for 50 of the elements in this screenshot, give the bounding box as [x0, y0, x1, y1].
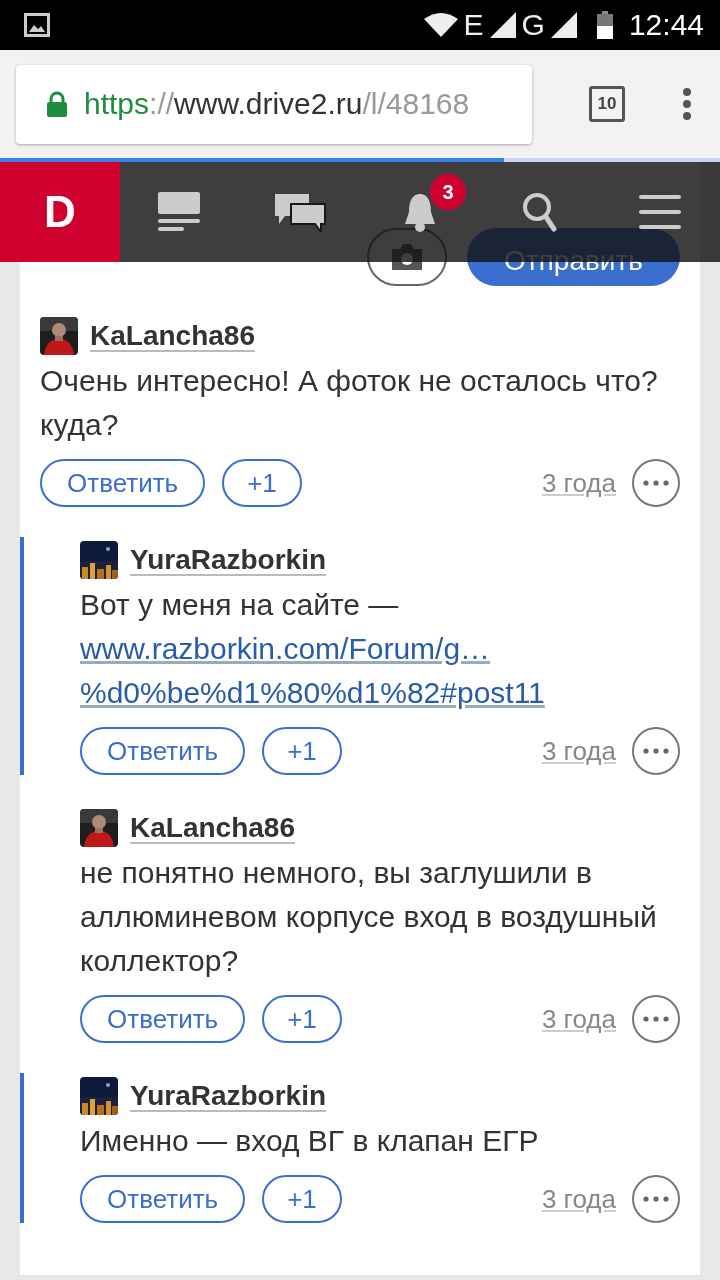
comment-age[interactable]: 3 года	[541, 467, 616, 499]
comment-text: Именно — вход ВГ в клапан ЕГР	[80, 1123, 540, 1159]
plus-one-button[interactable]: +1	[222, 459, 302, 507]
wifi-icon	[423, 13, 458, 37]
bell-icon[interactable]	[402, 192, 438, 232]
author-link[interactable]: KaLancha86	[90, 320, 255, 352]
dots-icon	[643, 480, 669, 486]
dots-icon	[643, 1196, 669, 1202]
author-link[interactable]: KaLancha86	[130, 812, 295, 844]
comment-age[interactable]: 3 года	[541, 735, 616, 767]
search-icon[interactable]	[522, 192, 558, 232]
plus-one-button[interactable]: +1	[262, 727, 342, 775]
signal-icon	[550, 12, 577, 38]
notification-badge: 3	[430, 174, 466, 210]
chat-icon[interactable]	[273, 192, 327, 232]
more-button[interactable]	[632, 995, 680, 1043]
dots-icon	[643, 748, 669, 754]
reply-button[interactable]: Ответить	[80, 1175, 246, 1223]
comment-text: Очень интересно! А фоток не осталось что? куда?	[40, 363, 659, 443]
site-logo[interactable]: D	[0, 162, 120, 262]
comment-text: Вот у меня на сайте —	[80, 587, 400, 623]
feed-icon[interactable]	[158, 192, 202, 232]
more-button[interactable]	[632, 727, 680, 775]
menu-icon[interactable]	[639, 195, 681, 229]
signal-icon	[489, 12, 516, 38]
author-link[interactable]: YuraRazborkin	[130, 1080, 327, 1112]
plus-one-button[interactable]: +1	[262, 1175, 342, 1223]
more-button[interactable]	[632, 1175, 680, 1223]
comment-text: не понятно немного, вы заглушили в аллюминевом корпусе вход в воздушный коллектор?	[80, 855, 658, 979]
url-text: https://www.drive2.ru/l/48168	[84, 87, 470, 121]
more-button[interactable]	[632, 459, 680, 507]
lock-icon	[46, 91, 68, 117]
network-type: E	[463, 8, 484, 42]
comment-link[interactable]: %d0%be%d1%80%d1%82#post11	[80, 671, 545, 715]
plus-one-button[interactable]: +1	[262, 995, 342, 1043]
dots-icon	[643, 1016, 669, 1022]
address-bar[interactable]: https://www.drive2.ru/l/48168	[16, 64, 532, 144]
image-icon	[24, 13, 50, 37]
network-type: G	[521, 8, 545, 42]
author-link[interactable]: YuraRazborkin	[130, 544, 327, 576]
reply-button[interactable]: Ответить	[40, 459, 206, 507]
comment-age[interactable]: 3 года	[541, 1183, 616, 1215]
tab-count-button[interactable]: 10	[589, 86, 625, 122]
reply-button[interactable]: Ответить	[80, 995, 246, 1043]
menu-icon[interactable]	[682, 87, 692, 121]
reply-button[interactable]: Ответить	[80, 727, 246, 775]
comment-age[interactable]: 3 года	[541, 1003, 616, 1035]
comment-link[interactable]: www.razborkin.com/Forum/g…	[80, 627, 491, 671]
clock-time: 12:44	[628, 8, 704, 42]
battery-icon	[596, 11, 613, 39]
